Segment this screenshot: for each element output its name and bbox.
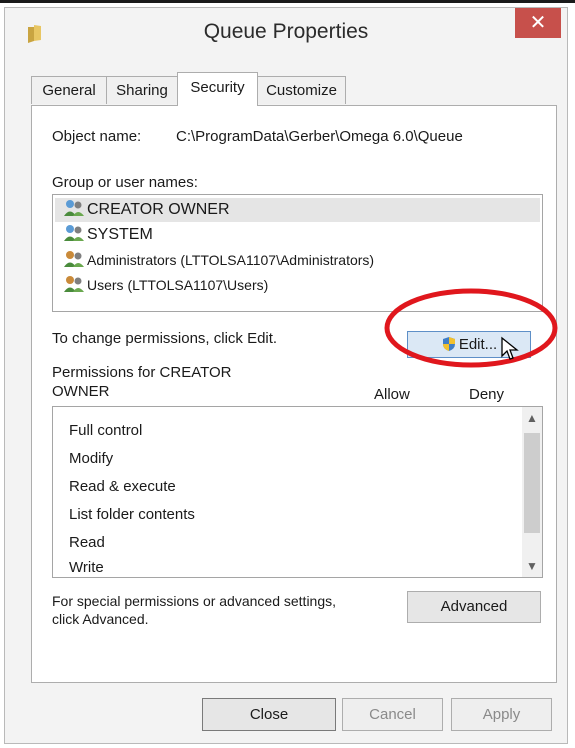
group-name: Users (LTTOLSA1107\Users) <box>87 277 269 293</box>
scroll-thumb[interactable] <box>524 433 540 533</box>
list-item: Read <box>69 534 105 551</box>
group-names-label: Group or user names: <box>52 174 198 191</box>
allow-column-header: Allow <box>374 386 410 403</box>
security-tab-panel: Object name: C:\ProgramData\Gerber\Omega… <box>31 105 557 683</box>
permissions-for-label-line2: OWNER <box>52 383 110 400</box>
tab-security[interactable]: Security <box>177 72 258 106</box>
list-item[interactable]: Administrators (LTTOLSA1107\Administrato… <box>63 248 374 272</box>
group-name: SYSTEM <box>87 226 153 243</box>
special-permissions-text-line2: click Advanced. <box>52 611 149 627</box>
permissions-list[interactable]: Full control Modify Read & execute List … <box>52 406 543 578</box>
apply-button[interactable]: Apply <box>451 698 552 731</box>
cancel-button[interactable]: Cancel <box>342 698 443 731</box>
advanced-button[interactable]: Advanced <box>407 591 541 623</box>
tab-general[interactable]: General <box>31 76 107 104</box>
close-button[interactable]: Close <box>202 698 336 731</box>
group-name: CREATOR OWNER <box>87 201 230 218</box>
object-name-value: C:\ProgramData\Gerber\Omega 6.0\Queue <box>176 128 463 145</box>
shield-icon <box>442 337 455 351</box>
list-item: Modify <box>69 450 114 467</box>
change-permissions-hint: To change permissions, click Edit. <box>52 330 278 347</box>
permissions-for-label-line1: Permissions for CREATOR <box>52 364 232 381</box>
window-title: Queue Properties <box>203 20 369 43</box>
list-item[interactable]: SYSTEM <box>63 223 153 247</box>
edit-button-label: Edit... <box>458 336 498 353</box>
close-window-button[interactable]: ✕ <box>515 8 561 38</box>
list-item: List folder contents <box>69 506 195 523</box>
title-bar[interactable]: Queue Properties ✕ <box>5 8 567 58</box>
tab-customize[interactable]: Customize <box>257 76 346 104</box>
list-item: Write <box>69 559 104 576</box>
deny-column-header: Deny <box>469 386 505 403</box>
top-border-line <box>0 0 575 3</box>
permissions-scrollbar[interactable]: ▲ ▼ <box>522 407 542 577</box>
object-name-label: Object name: <box>52 128 142 145</box>
list-item: Read & execute <box>69 478 176 495</box>
group-user-list[interactable]: CREATOR OWNER SYSTEM Administrators (LTT… <box>52 194 543 312</box>
properties-dialog: Queue Properties ✕ General Sharing Secur… <box>4 7 568 744</box>
users-group-icon <box>64 276 84 292</box>
scroll-down-arrow-icon[interactable]: ▼ <box>522 559 542 573</box>
users-group-icon <box>64 200 84 216</box>
users-group-icon <box>64 251 84 267</box>
list-item: Full control <box>69 422 143 439</box>
scroll-up-arrow-icon[interactable]: ▲ <box>522 411 542 425</box>
tab-sharing[interactable]: Sharing <box>106 76 178 104</box>
group-name: Administrators (LTTOLSA1107\Administrato… <box>87 252 375 268</box>
users-group-icon <box>64 225 84 241</box>
list-item[interactable]: CREATOR OWNER <box>55 198 540 222</box>
special-permissions-text-line1: For special permissions or advanced sett… <box>52 593 337 609</box>
list-item[interactable]: Users (LTTOLSA1107\Users) <box>63 273 268 297</box>
mouse-cursor-icon <box>501 336 519 360</box>
